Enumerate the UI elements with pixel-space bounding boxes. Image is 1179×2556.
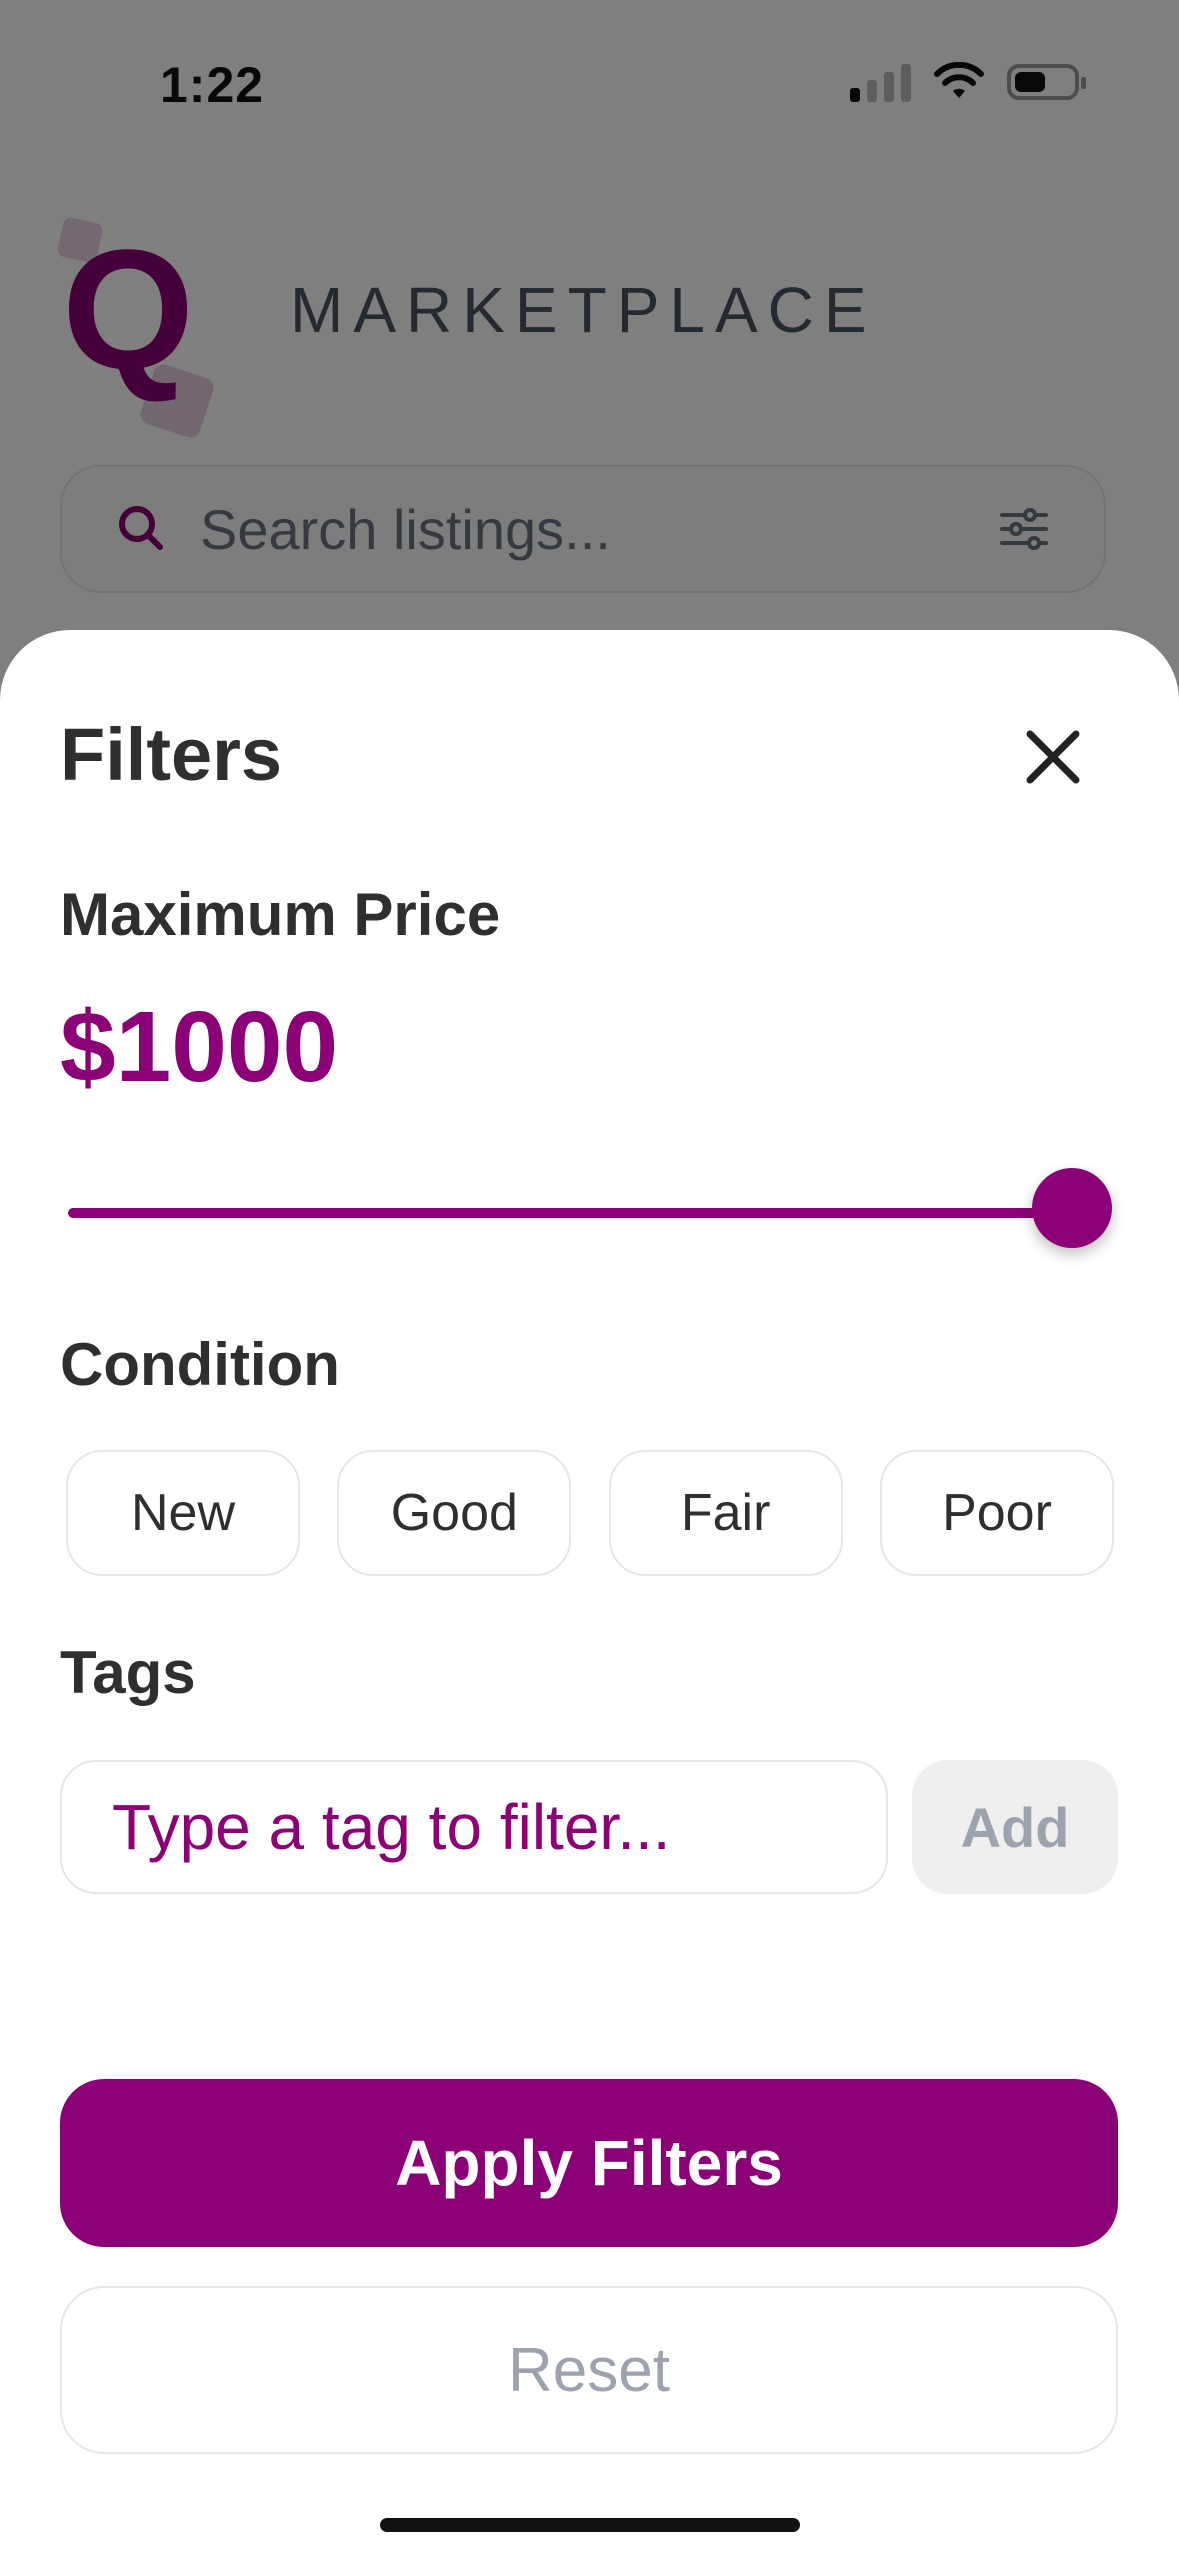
condition-chip-good[interactable]: Good [337,1450,572,1576]
tags-label: Tags [60,1639,196,1706]
price-slider-track[interactable] [68,1208,1068,1218]
tag-input[interactable]: Type a tag to filter... [60,1760,888,1894]
price-slider-thumb[interactable] [1032,1168,1112,1248]
max-price-value: $1000 [60,991,339,1103]
condition-chips: New Good Fair Poor [66,1450,1114,1576]
sheet-title: Filters [60,713,283,796]
add-tag-button[interactable]: Add [912,1760,1118,1894]
reset-button[interactable]: Reset [60,2286,1118,2454]
filters-sheet: Filters Maximum Price $1000 Condition Ne… [0,630,1179,2556]
condition-chip-poor[interactable]: Poor [879,1450,1114,1576]
home-indicator[interactable] [380,2518,800,2532]
condition-chip-fair[interactable]: Fair [608,1450,843,1576]
max-price-label: Maximum Price [60,881,501,948]
apply-filters-button[interactable]: Apply Filters [60,2079,1118,2247]
close-icon[interactable] [1018,722,1088,792]
condition-label: Condition [60,1331,340,1398]
condition-chip-new[interactable]: New [66,1450,300,1576]
